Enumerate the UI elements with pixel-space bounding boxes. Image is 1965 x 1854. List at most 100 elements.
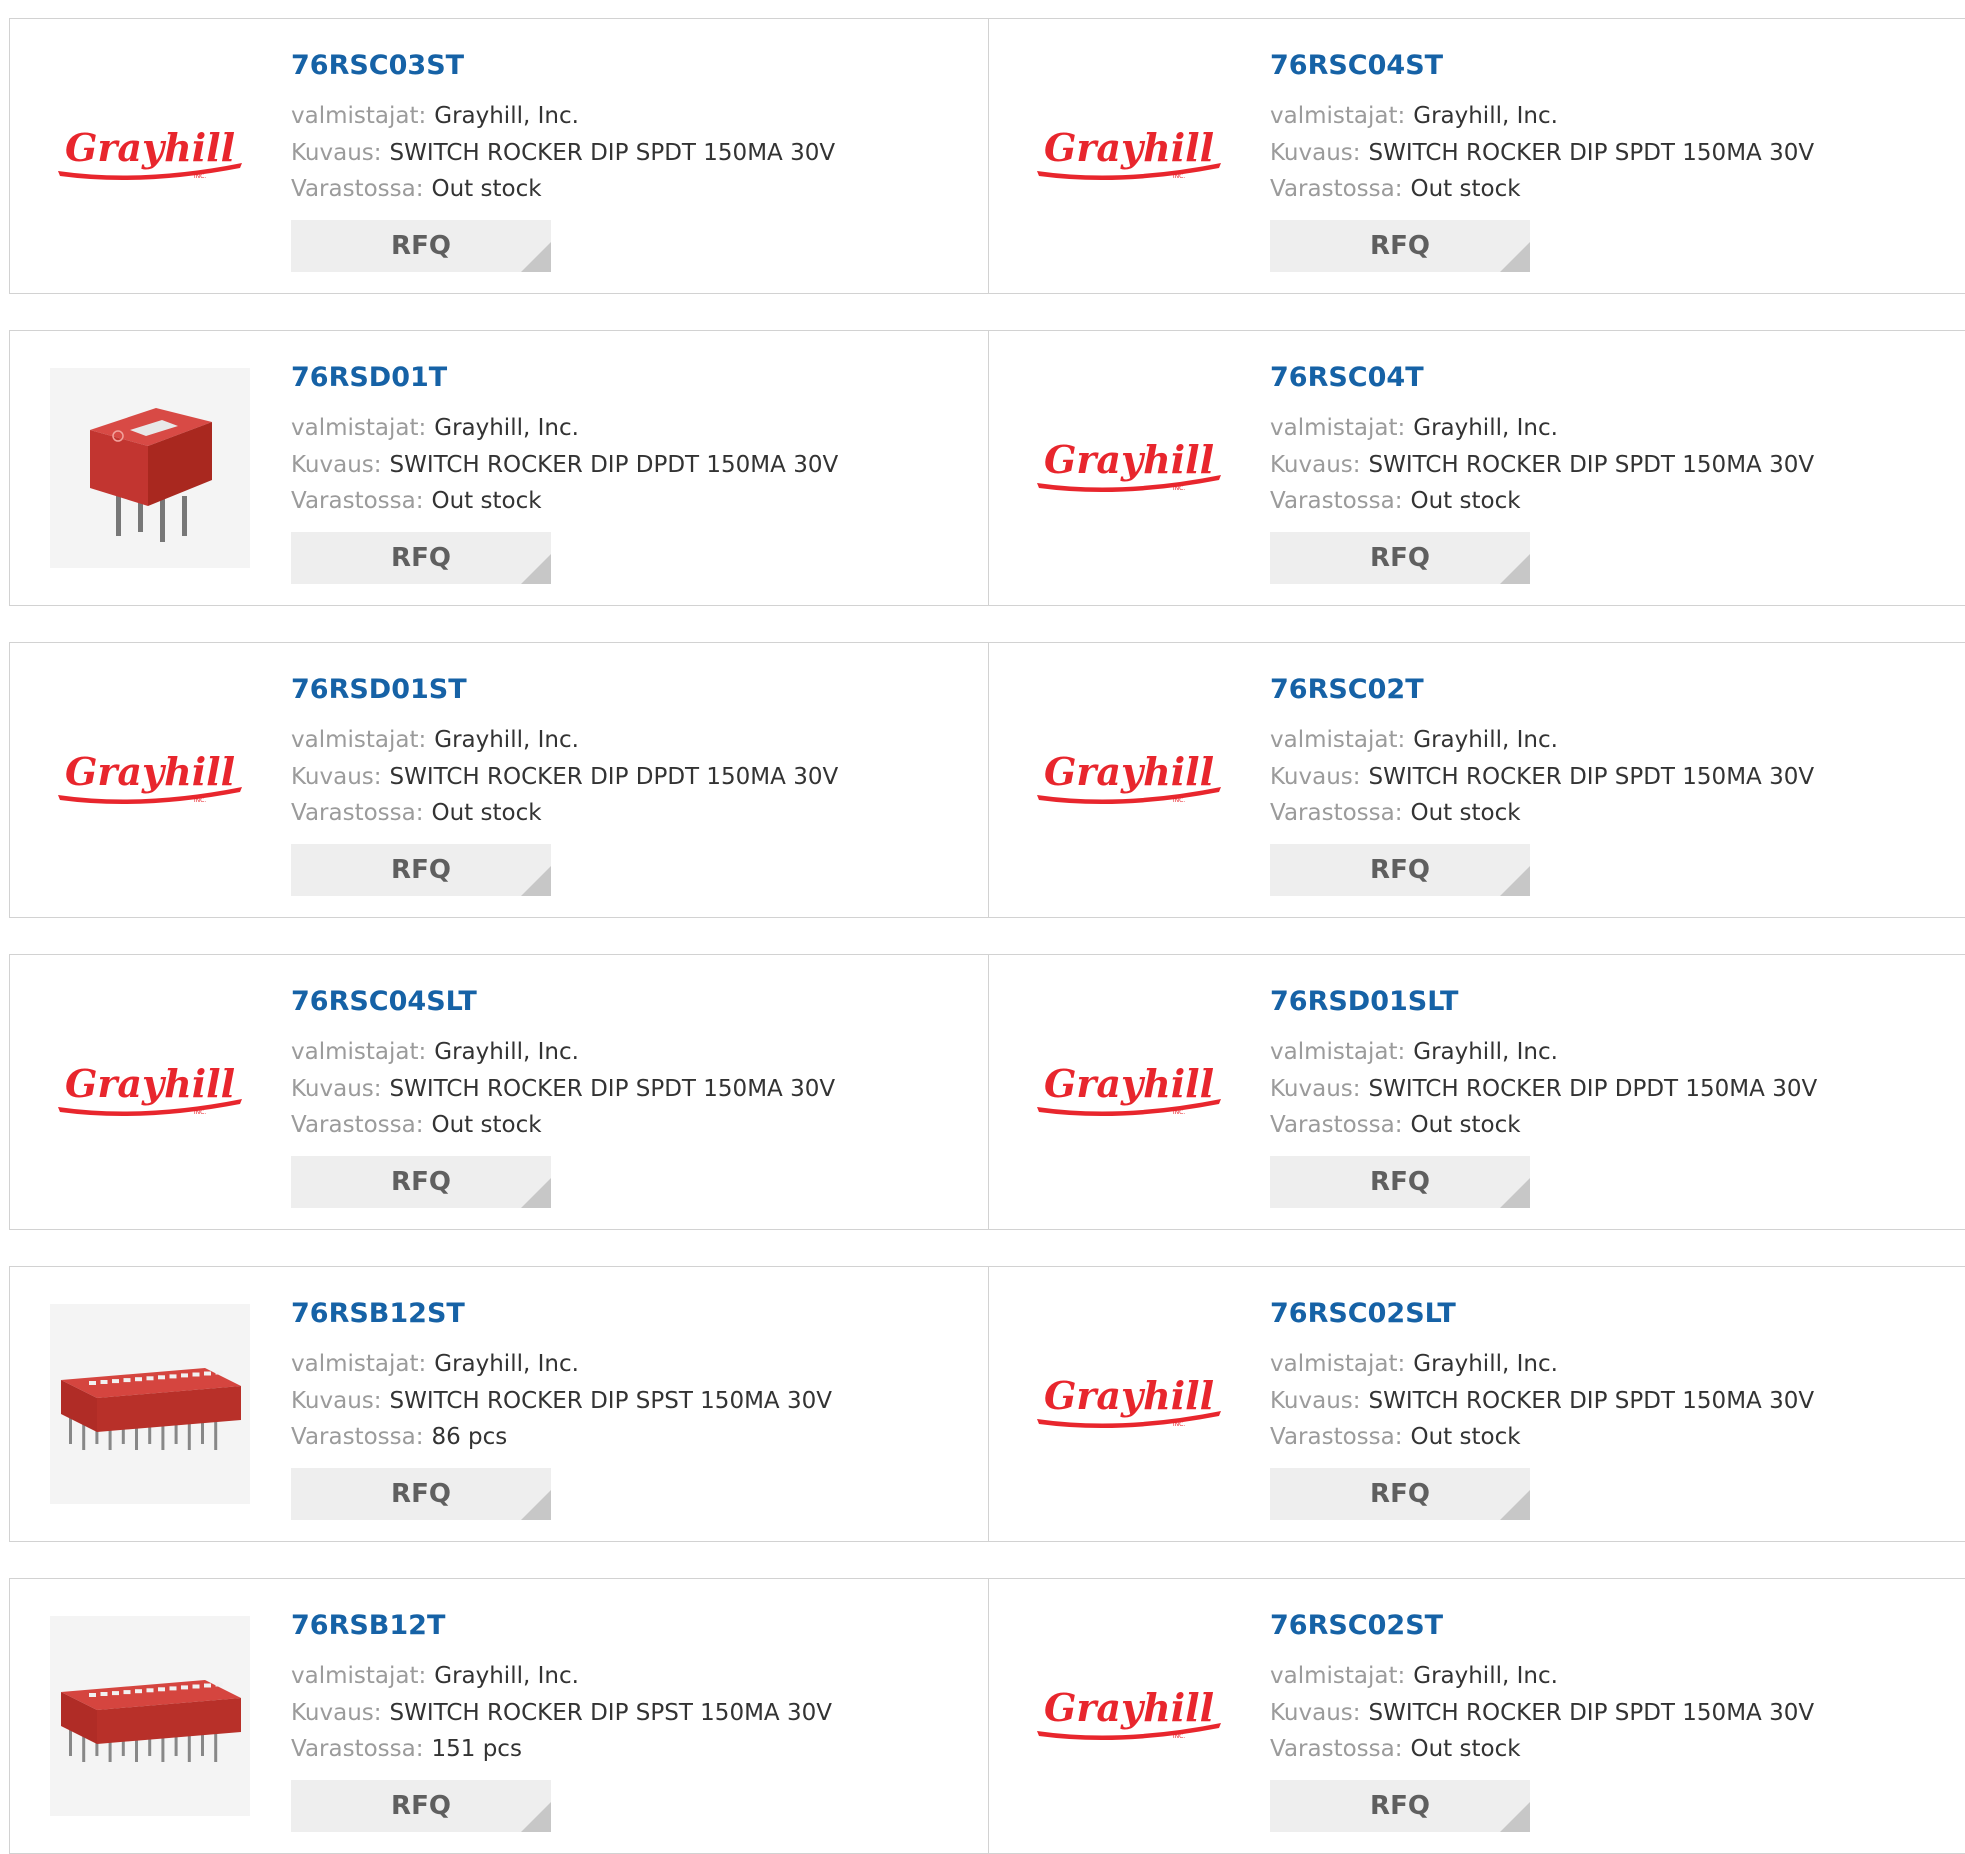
part-number-link[interactable]: 76RSC04SLT — [291, 986, 477, 1017]
stock-value: Out stock — [431, 800, 542, 826]
description-row: Kuvaus: SWITCH ROCKER DIP SPDT 150MA 30V — [1270, 762, 1814, 792]
stock-value: Out stock — [1410, 1736, 1521, 1762]
switch-key — [215, 1682, 223, 1687]
switch-key — [112, 1691, 119, 1696]
svg-text:Grayhill: Grayhill — [1044, 1061, 1214, 1106]
part-number-link[interactable]: 76RSC04ST — [1270, 50, 1443, 81]
product-card: 76RSB12T valmistajat: Grayhill, Inc. Kuva… — [10, 1579, 988, 1853]
product-card: 76RSD01T valmistajat: Grayhill, Inc. Kuva… — [10, 331, 988, 605]
description-value: SWITCH ROCKER DIP SPST 150MA 30V — [389, 1700, 832, 1726]
part-number-link[interactable]: 76RSD01SLT — [1270, 986, 1458, 1017]
stock-value: Out stock — [431, 1112, 542, 1138]
product-image[interactable]: Grayhill INC. — [1029, 680, 1229, 880]
description-row: Kuvaus: SWITCH ROCKER DIP SPST 150MA 30V — [291, 1386, 832, 1416]
manufacturer-label: valmistajat: — [291, 1351, 427, 1377]
manufacturer-value: Grayhill, Inc. — [434, 1663, 579, 1689]
corner-triangle-icon — [521, 866, 551, 896]
manufacturer-value: Grayhill, Inc. — [1413, 415, 1558, 441]
part-number-link[interactable]: 76RSC03ST — [291, 50, 464, 81]
stock-row: Varastossa: Out stock — [1270, 486, 1521, 516]
stock-row: Varastossa: Out stock — [1270, 1734, 1521, 1764]
stock-value: Out stock — [1410, 176, 1521, 202]
stock-label: Varastossa: — [1270, 800, 1403, 826]
manufacturer-value: Grayhill, Inc. — [1413, 727, 1558, 753]
part-number-link[interactable]: 76RSB12ST — [291, 1298, 465, 1329]
product-card: Grayhill INC. 76RSD01ST valmistajat: Gray… — [10, 643, 988, 917]
manufacturer-label: valmistajat: — [1270, 1039, 1406, 1065]
switch-key — [89, 1381, 96, 1385]
rfq-button[interactable]: RFQ — [291, 220, 551, 272]
rfq-button[interactable]: RFQ — [1270, 1780, 1530, 1832]
part-number-link[interactable]: 76RSC02SLT — [1270, 1298, 1456, 1329]
description-label: Kuvaus: — [1270, 140, 1361, 166]
product-image[interactable]: Grayhill INC. — [1029, 992, 1229, 1192]
svg-text:INC.: INC. — [1173, 797, 1185, 804]
description-label: Kuvaus: — [1270, 1388, 1361, 1414]
manufacturer-row: valmistajat: Grayhill, Inc. — [1270, 1037, 1558, 1067]
rfq-button[interactable]: RFQ — [1270, 1156, 1530, 1208]
product-image[interactable]: Grayhill INC. — [50, 56, 250, 256]
manufacturer-row: valmistajat: Grayhill, Inc. — [291, 1349, 579, 1379]
stock-label: Varastossa: — [1270, 1424, 1403, 1450]
rfq-button[interactable]: RFQ — [1270, 844, 1530, 896]
product-image[interactable]: Grayhill INC. — [1029, 1304, 1229, 1504]
corner-triangle-icon — [1500, 242, 1530, 272]
switch-key — [158, 1687, 165, 1692]
manufacturer-row: valmistajat: Grayhill, Inc. — [291, 101, 579, 131]
rfq-button[interactable]: RFQ — [1270, 220, 1530, 272]
product-card: Grayhill INC. 76RSC02T valmistajat: Grayh… — [988, 643, 1965, 917]
stock-label: Varastossa: — [291, 1736, 424, 1762]
corner-triangle-icon — [1500, 1490, 1530, 1520]
manufacturer-label: valmistajat: — [291, 1663, 427, 1689]
switch-key — [192, 1372, 200, 1377]
product-image[interactable] — [50, 1616, 250, 1816]
rfq-button[interactable]: RFQ — [291, 1468, 551, 1520]
description-row: Kuvaus: SWITCH ROCKER DIP SPST 150MA 30V — [291, 1698, 832, 1728]
product-image[interactable]: Grayhill INC. — [1029, 1616, 1229, 1816]
stock-row: Varastossa: Out stock — [291, 798, 542, 828]
rfq-button[interactable]: RFQ — [291, 532, 551, 584]
part-number-link[interactable]: 76RSC02ST — [1270, 1610, 1443, 1641]
product-image[interactable] — [50, 1304, 250, 1504]
description-label: Kuvaus: — [1270, 452, 1361, 478]
switch-pin — [69, 1416, 72, 1444]
product-image[interactable]: Grayhill INC. — [1029, 368, 1229, 568]
switch-key — [123, 1378, 131, 1383]
description-value: SWITCH ROCKER DIP SPDT 150MA 30V — [1368, 764, 1815, 790]
rfq-button[interactable]: RFQ — [291, 844, 551, 896]
rfq-button[interactable]: RFQ — [291, 1156, 551, 1208]
part-number-link[interactable]: 76RSC04T — [1270, 362, 1424, 393]
manufacturer-value: Grayhill, Inc. — [1413, 1351, 1558, 1377]
part-number-link[interactable]: 76RSD01ST — [291, 674, 467, 705]
description-value: SWITCH ROCKER DIP SPDT 150MA 30V — [389, 1076, 836, 1102]
part-number-link[interactable]: 76RSD01T — [291, 362, 447, 393]
rfq-button[interactable]: RFQ — [1270, 1468, 1530, 1520]
switch-key — [135, 1377, 142, 1382]
stock-value: Out stock — [1410, 488, 1521, 514]
product-image[interactable]: Grayhill INC. — [50, 680, 250, 880]
svg-text:INC.: INC. — [194, 1109, 206, 1116]
part-number-link[interactable]: 76RSC02T — [1270, 674, 1424, 705]
product-image[interactable]: Grayhill INC. — [1029, 56, 1229, 256]
product-image[interactable] — [50, 368, 250, 568]
manufacturer-row: valmistajat: Grayhill, Inc. — [1270, 1349, 1558, 1379]
switch-key — [192, 1684, 200, 1689]
description-row: Kuvaus: SWITCH ROCKER DIP SPDT 150MA 30V — [1270, 1386, 1814, 1416]
switch-key — [146, 1688, 154, 1693]
manufacturer-row: valmistajat: Grayhill, Inc. — [1270, 413, 1558, 443]
rfq-button[interactable]: RFQ — [291, 1780, 551, 1832]
rfq-button[interactable]: RFQ — [1270, 532, 1530, 584]
description-value: SWITCH ROCKER DIP SPDT 150MA 30V — [1368, 452, 1815, 478]
manufacturer-row: valmistajat: Grayhill, Inc. — [291, 413, 579, 443]
description-value: SWITCH ROCKER DIP DPDT 150MA 30V — [389, 452, 839, 478]
manufacturer-row: valmistajat: Grayhill, Inc. — [1270, 1661, 1558, 1691]
svg-text:INC.: INC. — [194, 797, 206, 804]
stock-row: Varastossa: 151 pcs — [291, 1734, 522, 1764]
part-number-link[interactable]: 76RSB12T — [291, 1610, 445, 1641]
switch-key — [169, 1374, 177, 1379]
stock-row: Varastossa: 86 pcs — [291, 1422, 507, 1452]
stock-row: Varastossa: Out stock — [1270, 174, 1521, 204]
svg-text:Grayhill: Grayhill — [1044, 1373, 1214, 1418]
product-image[interactable]: Grayhill INC. — [50, 992, 250, 1192]
grayhill-logo-icon: Grayhill INC. — [58, 1061, 242, 1117]
